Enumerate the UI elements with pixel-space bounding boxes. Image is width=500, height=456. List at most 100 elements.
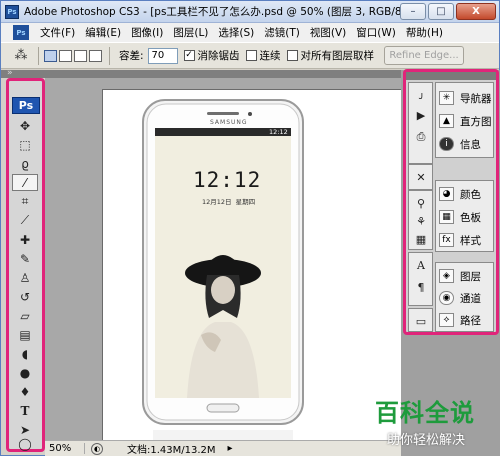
panel-label: 信息 [460, 138, 481, 151]
character-icon[interactable]: A [412, 257, 430, 273]
sample-all-layers-label: 对所有图层取样 [300, 50, 375, 62]
blur-icon[interactable]: ◖ [12, 345, 38, 362]
menu-window[interactable]: 窗口(W) [351, 25, 401, 40]
paragraph-style-icon[interactable]: ▦ [412, 231, 430, 247]
menu-filter[interactable]: 滤镜(T) [259, 25, 305, 40]
minimize-button[interactable]: – [400, 3, 426, 20]
phone-date: 12月12日 星期四 [202, 198, 256, 206]
clone-source-icon[interactable]: ⚘ [412, 213, 430, 229]
icon-group-1: ᴊ ▶ ⎙ [408, 82, 433, 164]
menu-edit[interactable]: 编辑(E) [80, 25, 126, 40]
panel-channels[interactable]: ◉ 通道 [439, 289, 481, 307]
refine-edge-button[interactable]: Refine Edge... [384, 46, 465, 65]
clone-stamp-icon[interactable]: ♙ [12, 269, 38, 286]
icon-group-3: ⚲ ⚘ ▦ [408, 190, 433, 250]
panel-histogram[interactable]: ▲ 直方图 [439, 112, 492, 130]
menu-layer[interactable]: 图层(L) [168, 25, 213, 40]
dock-header[interactable] [406, 72, 496, 80]
panel-swatches[interactable]: ▦ 色板 [439, 208, 481, 226]
panel-label: 颜色 [460, 188, 481, 201]
histogram-icon: ▲ [439, 114, 454, 128]
brush-icon[interactable]: ✎ [12, 250, 38, 267]
contiguous-label: 连续 [259, 50, 281, 62]
toolbox-panel: Ps ✥ ⬚ ϱ ⁄ ⌗ ⟋ ✚ ✎ ♙ ↺ ▱ ▤ ◖ ● ♦ T ➤ ◯ [6, 78, 45, 452]
menu-select[interactable]: 选择(S) [213, 25, 259, 40]
status-bar: 50% ◐ 文档:1.43M/13.2M ▸ [45, 440, 401, 456]
layers-icon: ◈ [439, 269, 454, 283]
add-selection-mode-button[interactable] [59, 49, 72, 62]
expand-toolbox-icon[interactable]: » [7, 68, 13, 78]
icon-group-5: ▭ [408, 308, 433, 332]
window-title: Adobe Photoshop CS3 - [ps工具栏不见了怎么办.psd @… [24, 6, 419, 18]
close-button[interactable]: X [456, 3, 496, 20]
pen-icon[interactable]: ♦ [12, 383, 38, 400]
icon-group-2: ✕ [408, 164, 433, 190]
paragraph-icon[interactable]: ¶ [412, 279, 430, 295]
phone-image [142, 99, 304, 440]
phone-clock: 12:12 [193, 168, 262, 192]
sample-all-layers-checkbox[interactable] [286, 50, 298, 61]
gradient-icon[interactable]: ▤ [12, 326, 38, 343]
healing-brush-icon[interactable]: ✚ [12, 231, 38, 248]
styles-icon: fx [439, 233, 454, 247]
phone-status-time: 12:12 [269, 128, 288, 136]
subtract-selection-mode-button[interactable] [74, 49, 87, 62]
panel-label: 直方图 [460, 115, 492, 128]
play-icon[interactable]: ▶ [412, 107, 430, 123]
panel-group-color: ◕ 颜色 ▦ 色板 fx 样式 [435, 180, 494, 252]
tool-presets-icon[interactable]: ✕ [412, 169, 430, 185]
icon-group-4: A ¶ [408, 252, 433, 306]
tolerance-input[interactable]: 70 [147, 47, 178, 64]
info-icon: i [439, 137, 454, 151]
lasso-icon[interactable]: ϱ [12, 155, 38, 172]
watermark: 百科全说 助你轻松解决 [373, 389, 499, 455]
document-size: 文档:1.43M/13.2M [127, 445, 216, 456]
app-icon: Ps [5, 4, 19, 19]
panel-info[interactable]: i 信息 [439, 135, 481, 153]
app-menu-icon[interactable]: Ps [13, 25, 29, 40]
zoom-level[interactable]: 50% [45, 443, 85, 454]
panel-layers[interactable]: ◈ 图层 [439, 267, 481, 285]
swatches-icon: ▦ [439, 210, 454, 224]
tool-preset-magic-wand-icon[interactable]: ⁂ [9, 46, 33, 66]
title-bar[interactable]: Ps Adobe Photoshop CS3 - [ps工具栏不见了怎么办.ps… [1, 1, 499, 23]
antialias-checkbox[interactable]: ✓ [183, 50, 195, 61]
move-icon[interactable]: ✥ [12, 117, 38, 134]
shape-icon[interactable]: ◯ [12, 435, 38, 452]
contiguous-checkbox[interactable] [245, 50, 257, 61]
status-arrow-icon[interactable]: ▸ [228, 443, 233, 454]
magic-wand-icon[interactable]: ⁄ [12, 174, 38, 191]
window-controls: – □ X [400, 3, 496, 20]
menu-help[interactable]: 帮助(H) [401, 25, 448, 40]
menu-image[interactable]: 图像(I) [126, 25, 168, 40]
status-menu-icon[interactable]: ◐ [91, 442, 103, 455]
watermark-sub-text: 助你轻松解决 [387, 433, 466, 448]
type-icon[interactable]: T [12, 402, 38, 419]
intersect-selection-mode-button[interactable] [89, 49, 102, 62]
eraser-icon[interactable]: ▱ [12, 307, 38, 324]
layer-comps-icon[interactable]: ▭ [412, 313, 430, 329]
history-icon[interactable]: ⎙ [412, 129, 430, 145]
new-selection-mode-button[interactable] [44, 49, 57, 62]
panel-label: 图层 [460, 270, 481, 283]
document-workspace[interactable]: SAMSUNG 12:12 12:12 12月12日 星期四 [45, 78, 401, 440]
panel-color[interactable]: ◕ 颜色 [439, 185, 481, 203]
marquee-icon[interactable]: ⬚ [12, 136, 38, 153]
document-canvas[interactable]: SAMSUNG 12:12 12:12 12月12日 星期四 [102, 89, 401, 440]
dodge-icon[interactable]: ● [12, 364, 38, 381]
panel-group-layers: ◈ 图层 ◉ 通道 ⟡ 路径 [435, 262, 494, 332]
actions-icon[interactable]: ᴊ [412, 87, 430, 103]
brushes-icon[interactable]: ⚲ [412, 195, 430, 211]
ps-logo[interactable]: Ps [12, 97, 40, 114]
crop-icon[interactable]: ⌗ [12, 193, 38, 210]
maximize-button[interactable]: □ [428, 3, 454, 20]
menu-view[interactable]: 视图(V) [305, 25, 351, 40]
panel-paths[interactable]: ⟡ 路径 [439, 311, 481, 329]
tolerance-label: 容差: [119, 50, 144, 62]
divider [38, 46, 39, 65]
history-brush-icon[interactable]: ↺ [12, 288, 38, 305]
panel-styles[interactable]: fx 样式 [439, 231, 481, 249]
slice-icon[interactable]: ⟋ [12, 212, 38, 229]
menu-file[interactable]: 文件(F) [35, 25, 80, 40]
panel-navigator[interactable]: ✳ 导航器 [439, 89, 492, 107]
